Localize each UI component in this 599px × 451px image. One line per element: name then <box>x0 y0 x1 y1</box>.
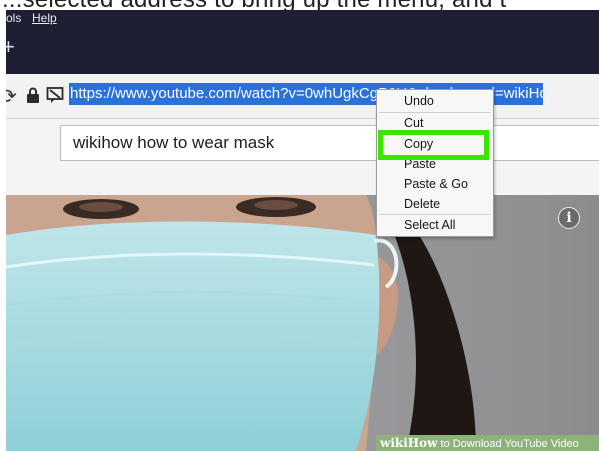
copy-highlight-box <box>378 130 489 160</box>
menu-help-label: Help <box>32 11 57 25</box>
menu-bar: ols Help <box>6 10 599 26</box>
menu-separator <box>379 112 491 113</box>
search-input[interactable]: wikihow how to wear mask <box>60 125 599 161</box>
watermark-text: to Download YouTube Video <box>440 438 579 450</box>
context-menu-undo[interactable]: Undo <box>404 94 434 108</box>
new-tab-button[interactable]: + <box>6 36 15 58</box>
instruction-caption: ...selected address to bring up the menu… <box>0 0 599 10</box>
context-menu: Undo Cut Copy Paste Paste & Go Delete Se… <box>376 89 494 237</box>
menu-separator <box>379 214 491 215</box>
browser-window: ols Help + ⟳ https://www.youtube.com/wat… <box>6 10 599 451</box>
video-frame-image <box>6 195 599 451</box>
lock-icon[interactable] <box>26 87 40 103</box>
navigation-toolbar: ⟳ https://www.youtube.com/watch?v=0whUgk… <box>6 74 599 119</box>
info-icon[interactable]: i <box>558 207 580 229</box>
watermark-how: How <box>407 436 438 450</box>
context-menu-cut[interactable]: Cut <box>404 116 423 130</box>
menu-tools[interactable]: ols <box>6 11 21 25</box>
menu-help[interactable]: Help <box>32 11 57 25</box>
video-player[interactable]: i wikiHow to Download YouTube Video <box>6 195 599 451</box>
context-menu-select-all[interactable]: Select All <box>404 218 455 232</box>
wikihow-watermark: wikiHow to Download YouTube Video <box>376 435 599 451</box>
watermark-brand: wiki <box>380 436 408 450</box>
context-menu-delete[interactable]: Delete <box>404 197 440 211</box>
caption-text: ...selected address to bring up the menu… <box>2 0 506 10</box>
youtube-page: wikihow how to wear mask i wikiHow to Do… <box>6 119 599 451</box>
permissions-icon[interactable] <box>46 86 64 104</box>
tab-strip: + <box>6 26 599 74</box>
context-menu-paste-and-go[interactable]: Paste & Go <box>404 177 468 191</box>
reload-icon[interactable]: ⟳ <box>6 84 17 109</box>
